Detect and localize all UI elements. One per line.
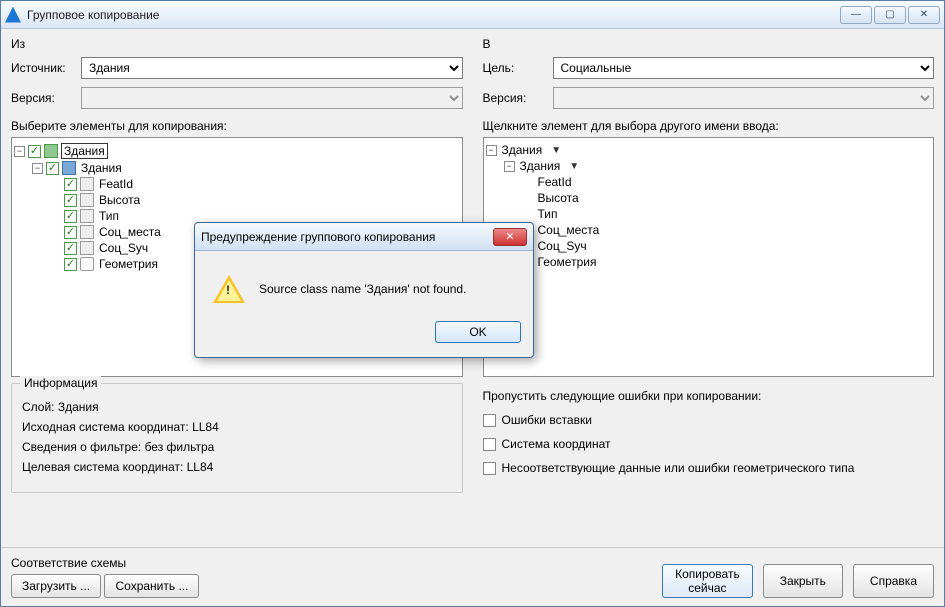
collapse-icon[interactable]: −: [504, 161, 515, 172]
skip-insert-label: Ошибки вставки: [502, 413, 592, 427]
dialog-ok-button[interactable]: OK: [435, 321, 521, 343]
source-label: Источник:: [11, 61, 81, 75]
dialog-title: Предупреждение группового копирования: [201, 230, 493, 244]
skip-errors-group: Пропустить следующие ошибки при копирова…: [483, 383, 935, 485]
collapse-icon[interactable]: −: [14, 146, 25, 157]
tree-prop-node: Высота: [522, 190, 932, 206]
checkbox-icon[interactable]: [64, 210, 77, 223]
tree-prop-node: FeatId: [50, 176, 460, 192]
info-legend: Информация: [20, 376, 101, 390]
checkbox-icon[interactable]: [64, 226, 77, 239]
save-mapping-button[interactable]: Сохранить ...: [104, 574, 199, 598]
tree-prop-node: Геометрия: [522, 254, 932, 270]
tree-prop-node: Соц_Sуч: [522, 238, 932, 254]
window-title: Групповое копирование: [27, 8, 840, 22]
schema-name[interactable]: Здания: [500, 143, 545, 157]
chevron-down-icon[interactable]: ▼: [551, 145, 561, 156]
window-close-button[interactable]: ✕: [908, 6, 940, 24]
schema-mapping-label: Соответствие схемы: [11, 556, 199, 570]
dialog-titlebar[interactable]: Предупреждение группового копирования ✕: [195, 223, 533, 251]
skip-geom-checkbox[interactable]: [483, 462, 496, 475]
to-tree[interactable]: − Здания ▼ − Здания ▼ FeatId: [483, 137, 935, 377]
help-button[interactable]: Справка: [853, 564, 934, 598]
tree-prop-node: Тип: [522, 206, 932, 222]
source-select[interactable]: Здания: [81, 57, 463, 79]
schema-icon: [44, 144, 58, 158]
class-icon: [62, 161, 76, 175]
collapse-icon[interactable]: −: [486, 145, 497, 156]
info-src-cs: Исходная система координат: LL84: [22, 420, 452, 434]
checkbox-icon[interactable]: [28, 145, 41, 158]
skip-header: Пропустить следующие ошибки при копирова…: [483, 389, 935, 403]
to-tree-label: Щелкните элемент для выбора другого имен…: [483, 119, 935, 133]
minimize-button[interactable]: —: [840, 6, 872, 24]
warning-dialog: Предупреждение группового копирования ✕ …: [194, 222, 534, 358]
to-panel: В Цель: Социальные Версия: Щелкните элем…: [483, 35, 935, 493]
property-icon: [80, 241, 94, 255]
to-header: В: [483, 37, 935, 51]
checkbox-icon[interactable]: [64, 258, 77, 271]
checkbox-icon[interactable]: [64, 194, 77, 207]
skip-geom-label: Несоответствующие данные или ошибки геом…: [502, 461, 855, 475]
checkbox-icon[interactable]: [46, 162, 59, 175]
tree-class-node: − Здания: [32, 160, 460, 176]
tree-schema-node: − Здания ▼: [486, 142, 932, 158]
dialog-close-button[interactable]: ✕: [493, 228, 527, 246]
to-version-label: Версия:: [483, 91, 553, 105]
copy-now-button[interactable]: Копировать сейчас: [662, 564, 753, 598]
property-icon: [80, 193, 94, 207]
schema-name-edit[interactable]: Здания: [61, 143, 108, 159]
maximize-button[interactable]: ▢: [874, 6, 906, 24]
skip-cs-label: Система координат: [502, 437, 611, 451]
to-version-select: [553, 87, 935, 109]
geometry-icon: [80, 257, 94, 271]
tree-schema-node: − Здания: [14, 142, 460, 160]
info-layer: Слой: Здания: [22, 400, 452, 414]
load-mapping-button[interactable]: Загрузить ...: [11, 574, 101, 598]
tree-prop-node: Соц_места: [522, 222, 932, 238]
class-name[interactable]: Здания: [518, 159, 563, 173]
tree-prop-node: Высота: [50, 192, 460, 208]
chevron-down-icon[interactable]: ▼: [569, 161, 579, 172]
dialog-message: Source class name 'Здания' not found.: [259, 282, 466, 296]
property-icon: [80, 225, 94, 239]
close-button[interactable]: Закрыть: [763, 564, 843, 598]
info-group: Информация Слой: Здания Исходная система…: [11, 383, 463, 493]
target-label: Цель:: [483, 61, 553, 75]
warning-icon: !: [213, 273, 245, 305]
skip-cs-checkbox[interactable]: [483, 438, 496, 451]
tree-class-node: − Здания ▼: [504, 158, 932, 174]
tree-prop-node: FeatId: [522, 174, 932, 190]
titlebar[interactable]: Групповое копирование — ▢ ✕: [1, 1, 944, 29]
checkbox-icon[interactable]: [64, 178, 77, 191]
skip-insert-checkbox[interactable]: [483, 414, 496, 427]
property-icon: [80, 177, 94, 191]
from-tree-label: Выберите элементы для копирования:: [11, 119, 463, 133]
property-icon: [80, 209, 94, 223]
class-name[interactable]: Здания: [79, 161, 124, 175]
from-version-label: Версия:: [11, 91, 81, 105]
checkbox-icon[interactable]: [64, 242, 77, 255]
info-dst-cs: Целевая система координат: LL84: [22, 460, 452, 474]
collapse-icon[interactable]: −: [32, 163, 43, 174]
info-filter: Сведения о фильтре: без фильтра: [22, 440, 452, 454]
app-icon: [5, 7, 21, 23]
target-select[interactable]: Социальные: [553, 57, 935, 79]
footer: Соответствие схемы Загрузить ... Сохрани…: [1, 547, 944, 606]
from-header: Из: [11, 37, 463, 51]
from-version-select: [81, 87, 463, 109]
